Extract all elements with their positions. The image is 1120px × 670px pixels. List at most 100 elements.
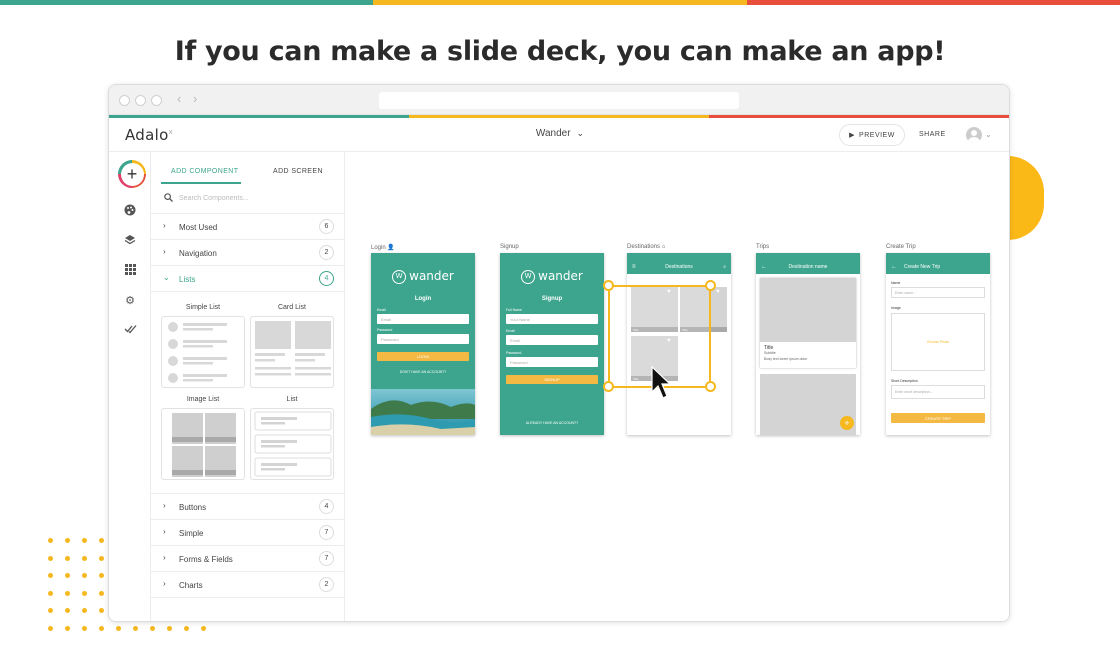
window-close-dot[interactable] [119, 95, 130, 106]
category-simple[interactable]: › Simple 7 [151, 520, 344, 546]
category-label: Charts [179, 581, 203, 590]
browser-window: ‹ › Adalox Wander ⌄ ▶ PREVIEW SHARE ⌄ + ⚙ … [108, 84, 1010, 622]
decorative-dot [201, 625, 206, 631]
trip-card[interactable]: Title Subtitle Body text lorem ipsum dol… [760, 278, 856, 368]
chevron-right-icon: › [163, 579, 166, 588]
login-button[interactable]: LOGIN [377, 352, 469, 361]
window-minimize-dot[interactable] [135, 95, 146, 106]
top-bar-title: Destination name [788, 263, 828, 270]
chevron-right-icon: › [163, 247, 166, 256]
image-list-card[interactable] [161, 408, 245, 480]
resize-handle[interactable] [705, 280, 716, 291]
password-field[interactable]: Password [506, 357, 598, 367]
preview-button[interactable]: ▶ PREVIEW [839, 124, 905, 146]
decorative-dot [99, 555, 104, 561]
signup-link[interactable]: DON'T HAVE AN ACCOUNT? [371, 370, 475, 374]
category-label: Forms & Fields [179, 555, 233, 564]
password-field[interactable]: Password [377, 334, 469, 344]
email-field[interactable]: Email [506, 335, 598, 345]
image-list-title: Image List [186, 396, 220, 403]
category-count: 4 [319, 499, 334, 514]
email-field[interactable]: Email [377, 314, 469, 324]
decorative-half-circle [1008, 156, 1044, 240]
resize-handle[interactable] [603, 381, 614, 392]
name-field[interactable]: Your Name [506, 314, 598, 324]
gear-icon[interactable]: ⚙ [122, 294, 138, 308]
phone-create-trip[interactable]: ← Create New Trip Name Enter name... Ima… [886, 253, 990, 435]
double-check-icon[interactable] [122, 324, 138, 338]
screen-label-trips[interactable]: Trips [756, 244, 769, 250]
url-bar[interactable] [379, 92, 739, 109]
list-card[interactable] [250, 408, 334, 480]
back-arrow-icon[interactable]: ← [891, 264, 897, 270]
chevron-down-icon[interactable]: ⌄ [985, 130, 992, 139]
back-forward-arrows-icon[interactable]: ‹ › [177, 91, 201, 106]
decorative-dot [65, 573, 70, 578]
category-count: 6 [319, 219, 334, 234]
description-field[interactable]: Enter short description... [891, 385, 985, 399]
category-forms-fields[interactable]: › Forms & Fields 7 [151, 546, 344, 572]
signup-button[interactable]: SIGNUP [506, 375, 598, 384]
share-button[interactable]: SHARE [919, 131, 946, 138]
resize-handle[interactable] [705, 381, 716, 392]
decorative-dot [150, 625, 155, 631]
headline: If you can make a slide deck, you can ma… [174, 36, 946, 67]
plus-icon: + [844, 418, 850, 428]
avatar-icon[interactable] [966, 127, 982, 143]
image-picker[interactable]: Choose Photo [891, 313, 985, 371]
name-field[interactable]: Enter name... [891, 287, 985, 298]
card-title: Title [764, 345, 774, 351]
phone-signup[interactable]: Wwander Signup Full Name Your Name Email… [500, 253, 604, 435]
screen-label-signup[interactable]: Signup [500, 244, 519, 250]
resize-handle[interactable] [603, 280, 614, 291]
add-trip-fab[interactable]: + [840, 416, 854, 430]
layers-icon[interactable] [122, 234, 138, 248]
wander-logo: Wwander [500, 269, 604, 284]
phone-login[interactable]: Wwander Login Email Email Password Passw… [371, 253, 475, 435]
card-list-card[interactable] [250, 316, 334, 388]
password-label: Password [377, 328, 393, 332]
category-buttons[interactable]: › Buttons 4 [151, 494, 344, 520]
create-trip-button[interactable]: CREATE TRIP [891, 413, 985, 423]
decorative-dot [48, 608, 53, 613]
search-input[interactable]: Search Components... [151, 188, 344, 214]
grid-icon[interactable] [122, 264, 138, 278]
screen-label-destinations[interactable]: Destinations ⌂ [627, 244, 665, 250]
palette-icon[interactable] [122, 204, 138, 218]
category-count: 4 [319, 271, 334, 286]
screen-label-create-trip[interactable]: Create Trip [886, 244, 916, 250]
search-icon[interactable]: ⌕ [723, 264, 726, 270]
description-label: Short Description [891, 379, 918, 383]
login-link[interactable]: ALREADY HAVE AN ACCOUNT? [500, 421, 604, 425]
decorative-dot [99, 608, 104, 613]
decorative-dot [48, 590, 53, 596]
app-name: Wander [535, 128, 571, 139]
screen-label-text: Login [371, 245, 386, 251]
menu-icon[interactable]: ≡ [632, 264, 636, 270]
tab-add-screen[interactable]: ADD SCREEN [273, 168, 323, 175]
tab-add-component[interactable]: ADD COMPONENT [171, 168, 238, 175]
chevron-right-icon: › [163, 527, 166, 536]
category-lists[interactable]: ⌄ Lists 4 [151, 266, 344, 292]
status-bar [371, 253, 475, 259]
simple-list-card[interactable] [161, 316, 245, 388]
decorative-dot [99, 573, 104, 578]
list-components-grid: Simple List Card List Image List List [151, 292, 344, 494]
screen-label-login[interactable]: Login 👤 [371, 244, 395, 251]
search-placeholder: Search Components... [179, 195, 249, 202]
window-maximize-dot[interactable] [151, 95, 162, 106]
category-charts[interactable]: › Charts 2 [151, 572, 344, 598]
category-label: Navigation [179, 249, 217, 258]
category-label: Most Used [179, 223, 218, 232]
decorative-dot [48, 555, 53, 561]
category-most-used[interactable]: › Most Used 6 [151, 214, 344, 240]
category-navigation[interactable]: › Navigation 2 [151, 240, 344, 266]
chevron-right-icon: › [163, 221, 166, 230]
back-arrow-icon[interactable]: ← [761, 264, 767, 270]
heart-icon[interactable]: ♥ [716, 289, 720, 295]
add-button[interactable]: + [118, 160, 146, 188]
list-title: List [286, 396, 298, 403]
decorative-dot [184, 625, 189, 631]
decorative-dot [48, 625, 53, 631]
phone-trips[interactable]: ← Destination name Title Subtitle Body t… [756, 253, 860, 435]
